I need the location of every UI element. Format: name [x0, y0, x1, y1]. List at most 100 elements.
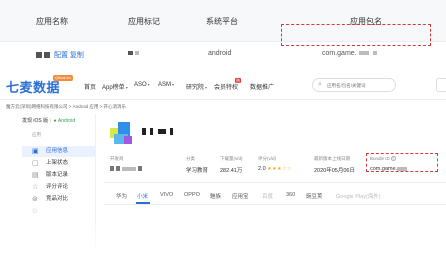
sidebar-item-label: 应用信息	[46, 148, 69, 154]
rating-value-wrap: 2.0 ★★★☆☆	[258, 166, 292, 172]
sidebar-item-label: 竞品对比	[46, 196, 69, 202]
nav-label: ASM	[158, 82, 172, 88]
sidebar-item-label: 评分评论	[46, 184, 69, 190]
tab-baidu[interactable]: 百度	[262, 192, 273, 200]
user-menu-button[interactable]	[436, 78, 446, 92]
tab-meizu[interactable]: 魅族	[210, 192, 221, 200]
sidebar-section-label: 应用	[32, 132, 41, 137]
redacted-block	[116, 166, 120, 172]
rating-stars: ★★★☆☆	[267, 166, 293, 172]
breadcrumb[interactable]: 魔方云(深圳)网络科技有限公司 > Android 应用 > 开心消消乐	[6, 104, 126, 110]
header-app-name: 应用名称	[36, 17, 68, 26]
hot-badge: 热	[235, 78, 241, 83]
logo[interactable]: 七麦数据	[6, 77, 60, 96]
redacted-block	[110, 166, 114, 172]
redacted-block	[138, 166, 142, 172]
package-highlight-box	[281, 24, 431, 46]
app-name-cell[interactable]: 配置 复制	[36, 50, 84, 60]
comment-icon: ☆	[32, 184, 39, 191]
sidebar-item-label: 上架状态	[46, 160, 69, 166]
bottom-fade-overlay	[0, 220, 446, 254]
app-table: 应用名称 应用标记 系统平台 应用包名 配置 复制 android com.ga…	[0, 0, 446, 70]
search-box[interactable]: ⌕	[312, 78, 396, 92]
tab-wandoujia[interactable]: 豌豆荚	[306, 192, 323, 200]
separator: |	[50, 118, 52, 124]
android-link[interactable]: Android	[58, 118, 75, 124]
nav-asm[interactable]: ASM▾	[158, 82, 174, 88]
nav-app-rank[interactable]: App榜单▾	[102, 82, 128, 91]
package-text: com.game.	[322, 50, 357, 57]
redacted-block	[150, 128, 154, 136]
tab-oppo[interactable]: OPPO	[184, 192, 200, 198]
faded-icon: ⊙	[32, 208, 38, 215]
tab-vivo[interactable]: VIVO	[160, 192, 173, 198]
sidebar-item-ratings[interactable]: ☆ 评分评论	[22, 182, 96, 193]
nav-promotion[interactable]: 数据推广	[250, 82, 274, 91]
package-cell: com.game.	[322, 50, 379, 57]
qimai-app-window: 七麦数据 Qimai.cn 首页 App榜单▾ ASO▾ ASM▾ 研究院▾ 会…	[0, 70, 446, 254]
logo-badge: Qimai.cn	[53, 75, 73, 81]
nav-label: ASO	[134, 82, 147, 88]
sidebar-item-label: 版本记录	[46, 172, 69, 178]
nav-label: 会员特权	[214, 85, 239, 91]
config-copy-link[interactable]: 配置 复制	[54, 52, 84, 59]
release-date-label: 最新版本上线日期	[314, 156, 350, 161]
android-icon: ●	[53, 118, 57, 124]
redacted-block	[128, 51, 133, 56]
nav-label: 数据推广	[250, 85, 275, 91]
tab-bar-border	[104, 204, 446, 205]
sidebar-item-listing-status[interactable]: ▢ 上架状态	[22, 158, 96, 169]
platform-toggle[interactable]: 发现 iOS 版 | ● Android	[22, 117, 75, 124]
header-platform: 系统平台	[206, 17, 238, 26]
nav-research[interactable]: 研究院▾	[186, 82, 207, 91]
app-name-redacted	[142, 123, 174, 141]
redacted-block	[358, 51, 369, 56]
table-row[interactable]: 配置 复制 android com.game.	[0, 42, 446, 70]
top-navbar: 七麦数据 Qimai.cn 首页 App榜单▾ ASO▾ ASM▾ 研究院▾ 会…	[0, 70, 446, 100]
app-icon	[110, 122, 132, 144]
ios-link[interactable]: 发现 iOS 版	[22, 118, 48, 124]
redacted-block	[157, 129, 166, 135]
nav-label: App榜单	[102, 85, 125, 91]
app-tag-cell	[128, 50, 141, 57]
developer-label: 开发商	[110, 156, 124, 161]
release-date-value: 2020年05月06日	[314, 168, 355, 174]
sidebar-item-app-info[interactable]: ▣ 应用信息	[22, 146, 96, 157]
redacted-block	[135, 51, 139, 56]
downloads-value: 282.41万	[220, 168, 243, 174]
nav-home[interactable]: 首页	[84, 82, 96, 91]
header-app-tag: 应用标记	[128, 17, 160, 26]
search-icon[interactable]: ⌕	[318, 81, 322, 89]
search-input[interactable]	[327, 81, 393, 90]
developer-value[interactable]	[110, 166, 144, 172]
nav-label: 研究院	[186, 85, 205, 91]
tab-huawei[interactable]: 华为	[116, 192, 127, 200]
sidebar-item-version-record[interactable]: ▤ 版本记录	[22, 170, 96, 181]
nav-label: 首页	[84, 85, 97, 91]
redacted-block	[142, 128, 146, 136]
downloads-label: 下载量(v/d)	[220, 156, 243, 161]
category-value: 学习教育	[186, 168, 209, 174]
divider	[104, 182, 446, 183]
rating-label: 评分(v/d)	[258, 156, 276, 161]
platform-cell: android	[208, 50, 232, 57]
tab-360[interactable]: 360	[286, 192, 295, 198]
chevron-down-icon: ▾	[147, 82, 150, 87]
rating-value: 2.0	[258, 166, 266, 172]
status-icon: ▢	[32, 160, 39, 167]
sidebar-item-more[interactable]: ⊙	[22, 206, 96, 217]
tab-yingyongbao[interactable]: 应用宝	[232, 192, 249, 200]
sidebar-item-compare[interactable]: ⊜ 竞品对比	[22, 194, 96, 205]
redacted-block	[372, 51, 377, 56]
nav-aso[interactable]: ASO▾	[134, 82, 150, 88]
chevron-down-icon: ▾	[172, 82, 175, 87]
nav-vip[interactable]: 会员特权	[214, 82, 238, 91]
record-icon: ▤	[32, 172, 39, 179]
chevron-down-icon: ▾	[125, 85, 128, 90]
redacted-block	[122, 166, 136, 171]
category-label: 分类	[186, 156, 195, 161]
redacted-block	[44, 52, 50, 59]
tab-google-play[interactable]: Google Play(海外)	[336, 192, 381, 200]
tab-xiaomi[interactable]: 小米	[137, 192, 148, 200]
chevron-down-icon: ▾	[205, 85, 208, 90]
